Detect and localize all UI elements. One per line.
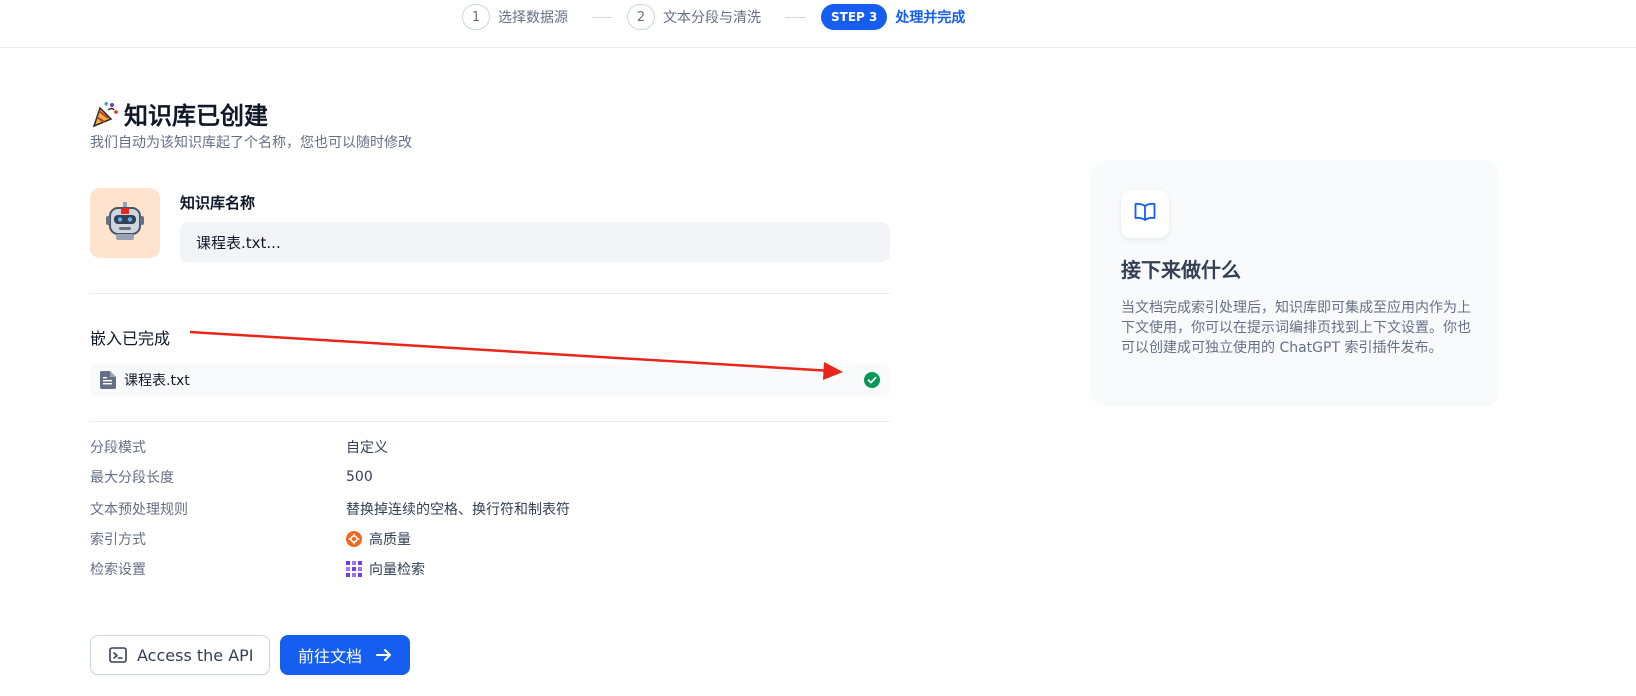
settings-value-text: 替换掉连续的空格、换行符和制表符 (346, 502, 570, 518)
go-to-document-button[interactable]: 前往文档 (280, 635, 410, 675)
party-popper-icon (90, 99, 120, 129)
page-title: 知识库已创建 (124, 102, 268, 130)
settings-value-text: 向量检索 (369, 562, 425, 578)
page-subtitle: 我们自动为该知识库起了个名称，您也可以随时修改 (90, 135, 412, 151)
title-row: 知识库已创建 (90, 96, 268, 131)
vector-search-icon (346, 561, 362, 577)
access-api-label: Access the API (137, 645, 254, 665)
step-connector (592, 17, 612, 18)
book-icon-box (1121, 190, 1169, 238)
step-label: 处理并完成 (895, 10, 966, 26)
book-open-icon (1134, 202, 1156, 226)
settings-value: 自定义 (346, 437, 388, 457)
file-row: 课程表.txt (90, 364, 890, 396)
step-1: 1 选择数据源 (462, 4, 568, 30)
settings-key: 最大分段长度 (90, 470, 174, 486)
next-steps-title: 接下来做什么 (1121, 258, 1241, 282)
go-to-document-label: 前往文档 (298, 647, 363, 666)
step-connector (785, 17, 805, 18)
dataset-name-label: 知识库名称 (180, 194, 256, 212)
step-number: STEP 3 (821, 4, 888, 30)
next-steps-card: 接下来做什么 当文档完成索引处理后，知识库即可集成至应用内作为上下文使用，你可以… (1091, 160, 1499, 407)
settings-value: 替换掉连续的空格、换行符和制表符 (346, 499, 570, 519)
settings-key: 分段模式 (90, 440, 146, 456)
settings-value-text: 高质量 (369, 532, 411, 548)
settings-value: 高质量 (346, 529, 411, 549)
divider (90, 293, 890, 294)
settings-key: 索引方式 (90, 532, 146, 548)
divider (90, 421, 890, 422)
check-circle-icon (864, 372, 880, 388)
next-steps-description: 当文档完成索引处理后，知识库即可集成至应用内作为上下文使用，你可以在提示词编排页… (1121, 300, 1471, 356)
settings-key: 文本预处理规则 (90, 502, 188, 518)
file-icon (100, 371, 116, 389)
settings-value-text: 500 (346, 469, 373, 485)
step-number: 1 (462, 4, 490, 30)
step-label: 选择数据源 (498, 10, 568, 26)
settings-value: 向量检索 (346, 559, 425, 579)
settings-value: 500 (346, 469, 373, 485)
step-label: 文本分段与清洗 (663, 10, 761, 26)
step-3: STEP 3 处理并完成 (821, 4, 965, 30)
settings-key: 检索设置 (90, 562, 146, 578)
dataset-avatar[interactable] (90, 188, 160, 258)
settings-value-text: 自定义 (346, 440, 388, 456)
embedding-status-title: 嵌入已完成 (90, 329, 171, 348)
stepper: 1 选择数据源 2 文本分段与清洗 STEP 3 处理并完成 (0, 0, 1636, 48)
file-name: 课程表.txt (124, 373, 190, 389)
terminal-icon (109, 646, 127, 664)
arrow-right-icon (374, 645, 394, 665)
step-2: 2 文本分段与清洗 (627, 4, 761, 30)
robot-icon (106, 201, 144, 245)
dataset-name-input[interactable] (180, 222, 890, 262)
step-number: 2 (627, 4, 655, 30)
access-api-button[interactable]: Access the API (90, 635, 270, 675)
high-quality-icon (346, 531, 362, 547)
